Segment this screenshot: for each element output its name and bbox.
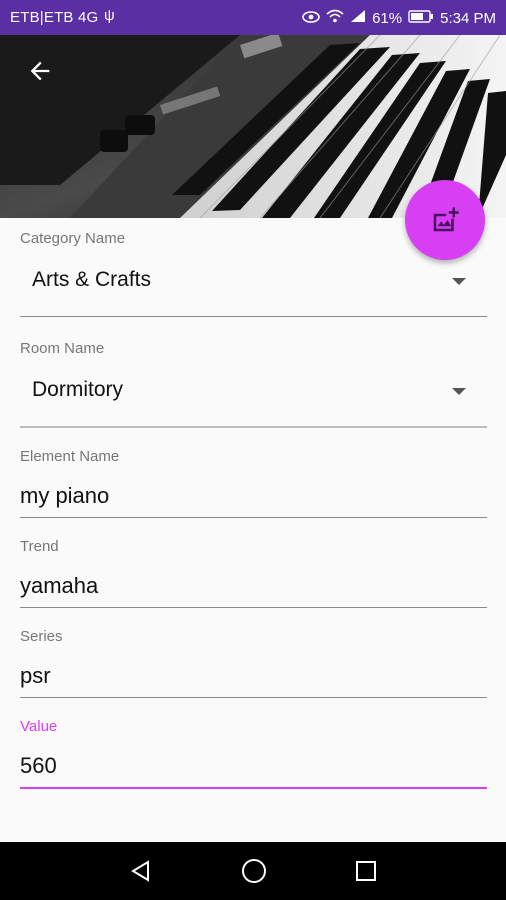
- usb-icon: ψ: [104, 7, 115, 24]
- back-button[interactable]: [20, 57, 60, 93]
- battery-percent: 61%: [372, 9, 403, 27]
- status-bar: ETB|ETB 4G ψ 61% 5:34 PM: [0, 0, 506, 35]
- home-circle-icon: [242, 859, 266, 883]
- value-input[interactable]: 560: [20, 753, 57, 779]
- value-label: Value: [20, 718, 58, 735]
- add-photo-icon: [433, 207, 459, 232]
- trend-underline: [20, 607, 487, 608]
- room-label: Room Name: [20, 340, 105, 357]
- value-underline: [20, 787, 487, 789]
- chevron-down-icon[interactable]: [452, 278, 466, 285]
- element-name-underline: [20, 517, 487, 518]
- carrier-label: ETB|ETB 4G: [10, 9, 99, 26]
- nav-home-button[interactable]: [239, 856, 269, 886]
- series-label: Series: [20, 628, 63, 645]
- trend-label: Trend: [20, 538, 59, 555]
- back-triangle-icon: [131, 860, 149, 882]
- room-underline: [20, 426, 487, 428]
- clock: 5:34 PM: [440, 9, 496, 27]
- room-dropdown-value[interactable]: Dormitory: [32, 378, 123, 402]
- navigation-bar: [0, 842, 506, 900]
- nav-recents-button[interactable]: [351, 856, 381, 886]
- add-photo-button[interactable]: [405, 180, 485, 260]
- nav-back-button[interactable]: [126, 856, 156, 886]
- recents-square-icon: [356, 861, 376, 881]
- signal-icon: [350, 9, 366, 27]
- wifi-icon: [326, 9, 344, 27]
- battery-icon: [408, 9, 434, 27]
- arrow-left-icon: [30, 61, 50, 81]
- category-dropdown-value[interactable]: Arts & Crafts: [32, 268, 151, 292]
- eye-icon: [302, 10, 320, 27]
- series-underline: [20, 697, 487, 698]
- series-input[interactable]: psr: [20, 663, 51, 689]
- trend-input[interactable]: yamaha: [20, 573, 98, 599]
- category-label: Category Name: [20, 230, 126, 247]
- element-name-input[interactable]: my piano: [20, 483, 109, 509]
- chevron-down-icon[interactable]: [452, 388, 466, 395]
- category-underline: [20, 316, 487, 317]
- status-icons: 61% 5:34 PM: [302, 9, 496, 27]
- element-name-label: Element Name: [20, 448, 120, 465]
